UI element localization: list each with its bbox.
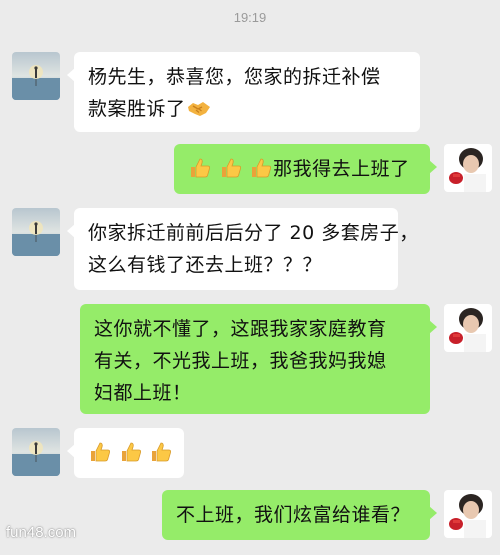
message-text: 妇都上班！ bbox=[94, 382, 192, 404]
thumbs-up-icon bbox=[88, 440, 112, 464]
message-text: 不上班，我们炫富给谁看？ bbox=[176, 504, 411, 526]
my-avatar[interactable] bbox=[444, 304, 492, 352]
thumbs-up-icon bbox=[219, 156, 243, 180]
landscape-figure-avatar-icon bbox=[12, 208, 60, 256]
my-avatar[interactable] bbox=[444, 490, 492, 538]
message-text: 那我得去上班了 bbox=[273, 158, 410, 180]
message-text: 这你就不懂了，这跟我家家庭教育 bbox=[94, 318, 387, 340]
message-text: 你家拆迁前前后后分了 20 多套房子， bbox=[88, 222, 419, 244]
thumbs-up-icon bbox=[149, 440, 173, 464]
my-avatar[interactable] bbox=[444, 144, 492, 192]
message-bubble-outgoing[interactable]: 这你就不懂了，这跟我家家庭教育 有关，不光我上班，我爸我妈我媳 妇都上班！ bbox=[80, 304, 437, 414]
timestamp: 19:19 bbox=[233, 10, 267, 25]
contact-avatar[interactable] bbox=[12, 428, 60, 476]
message-bubble-incoming[interactable]: 你家拆迁前前后后分了 20 多套房子， 这么有钱了还去上班？？？ bbox=[67, 208, 419, 290]
landscape-figure-avatar-icon bbox=[12, 52, 60, 100]
contact-avatar[interactable] bbox=[12, 52, 60, 100]
thumbs-up-icon bbox=[119, 440, 143, 464]
message-bubble-outgoing[interactable]: 不上班，我们炫富给谁看？ bbox=[162, 490, 437, 540]
landscape-figure-avatar-icon bbox=[12, 428, 60, 476]
thumbs-up-icon bbox=[249, 156, 273, 180]
thumbs-up-icon bbox=[188, 156, 212, 180]
person-with-red-item-avatar-icon bbox=[444, 304, 492, 352]
contact-avatar[interactable] bbox=[12, 208, 60, 256]
message-text: 这么有钱了还去上班？？？ bbox=[88, 254, 323, 276]
message-bubble-incoming[interactable]: 杨先生，恭喜您，您家的拆迁补偿 款案胜诉了 bbox=[67, 52, 420, 132]
person-with-red-item-avatar-icon bbox=[444, 144, 492, 192]
message-text: 有关，不光我上班，我爸我妈我媳 bbox=[94, 350, 387, 372]
handshake-icon bbox=[186, 97, 212, 119]
watermark-text: fun48.com bbox=[6, 524, 77, 541]
message-text: 款案胜诉了 bbox=[88, 93, 406, 125]
person-with-red-item-avatar-icon bbox=[444, 490, 492, 538]
message-bubble-outgoing[interactable]: 那我得去上班了 bbox=[174, 144, 437, 194]
message-bubble-incoming[interactable] bbox=[67, 428, 184, 478]
message-text: 杨先生，恭喜您，您家的拆迁补偿 bbox=[88, 66, 381, 88]
